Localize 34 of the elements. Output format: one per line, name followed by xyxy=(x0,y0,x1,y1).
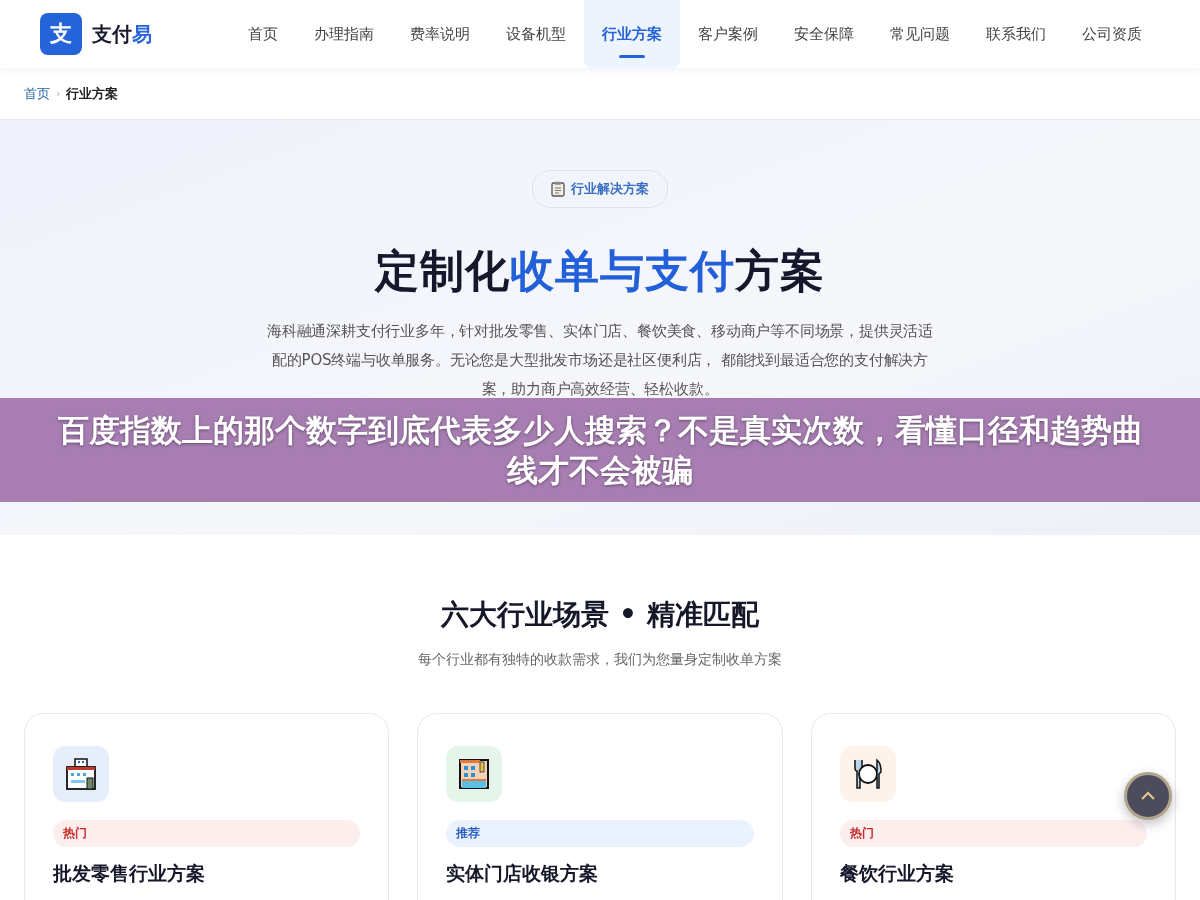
section-badge: 行业解决方案 xyxy=(532,170,668,208)
hero-description: 海科融通深耕支付行业多年，针对批发零售、实体门店、餐饮美食、移动商户等不同场景，提供灵活适配的POS终端与收单服务。无论您是大型批发市场还是社区便利店， 都能找到最适合您的支付解决方案，助力商户高效经营、轻松收款。 xyxy=(266,321,934,400)
building-icon xyxy=(457,757,492,791)
nav-tab[interactable]: 行业方案 xyxy=(584,0,680,68)
solution-card[interactable]: 热门 批发零售行业方案 xyxy=(24,713,390,900)
tag-label: 推荐 xyxy=(446,820,754,847)
section-title: 六大行业场景 • 精准匹配 xyxy=(439,597,760,633)
tag-label: 热门 xyxy=(839,820,1147,847)
nav-tab[interactable]: 首页 xyxy=(230,0,296,68)
card-title: 实体门店收银方案 xyxy=(446,861,600,886)
nav-tab[interactable]: 办理指南 xyxy=(296,0,392,68)
breadcrumb-current: 行业方案 xyxy=(66,84,119,103)
nav-tab[interactable]: 设备机型 xyxy=(488,0,584,68)
chevron-up-icon xyxy=(1140,791,1156,801)
clipboard-icon xyxy=(551,181,565,197)
card-title: 餐饮行业方案 xyxy=(839,861,955,886)
nav-tab[interactable]: 公司资质 xyxy=(1064,0,1160,68)
nav-tab[interactable]: 常见问题 xyxy=(872,0,968,68)
headline-text: 百度指数上的那个数字到底代表多少人搜索？不是真实次数，看懂口径和趋势曲线才不会被骗 xyxy=(56,411,1144,490)
nav-tab[interactable]: 费率说明 xyxy=(392,0,488,68)
solution-card[interactable]: 推荐 实体门店收银方案 xyxy=(417,713,783,900)
breadcrumb-separator: › xyxy=(56,87,61,100)
tag-label: 热门 xyxy=(53,820,361,847)
nav-tab[interactable]: 联系我们 xyxy=(968,0,1064,68)
breadcrumb-link[interactable]: 首页 xyxy=(24,84,50,103)
section-subtitle: 每个行业都有独特的收款需求，我们为您量身定制收单方案 xyxy=(417,651,783,669)
hero-title: 定制化收单与支付方案 xyxy=(375,244,825,298)
logo-text[interactable]: 支付易 xyxy=(92,20,152,48)
card-title: 批发零售行业方案 xyxy=(53,861,206,886)
store-icon xyxy=(64,757,98,791)
solution-card[interactable]: 热门 餐饮行业方案 xyxy=(810,713,1176,900)
nav-tab[interactable]: 安全保障 xyxy=(776,0,872,68)
nav-tab[interactable]: 客户案例 xyxy=(680,0,776,68)
logo-icon: 支 xyxy=(40,13,82,55)
